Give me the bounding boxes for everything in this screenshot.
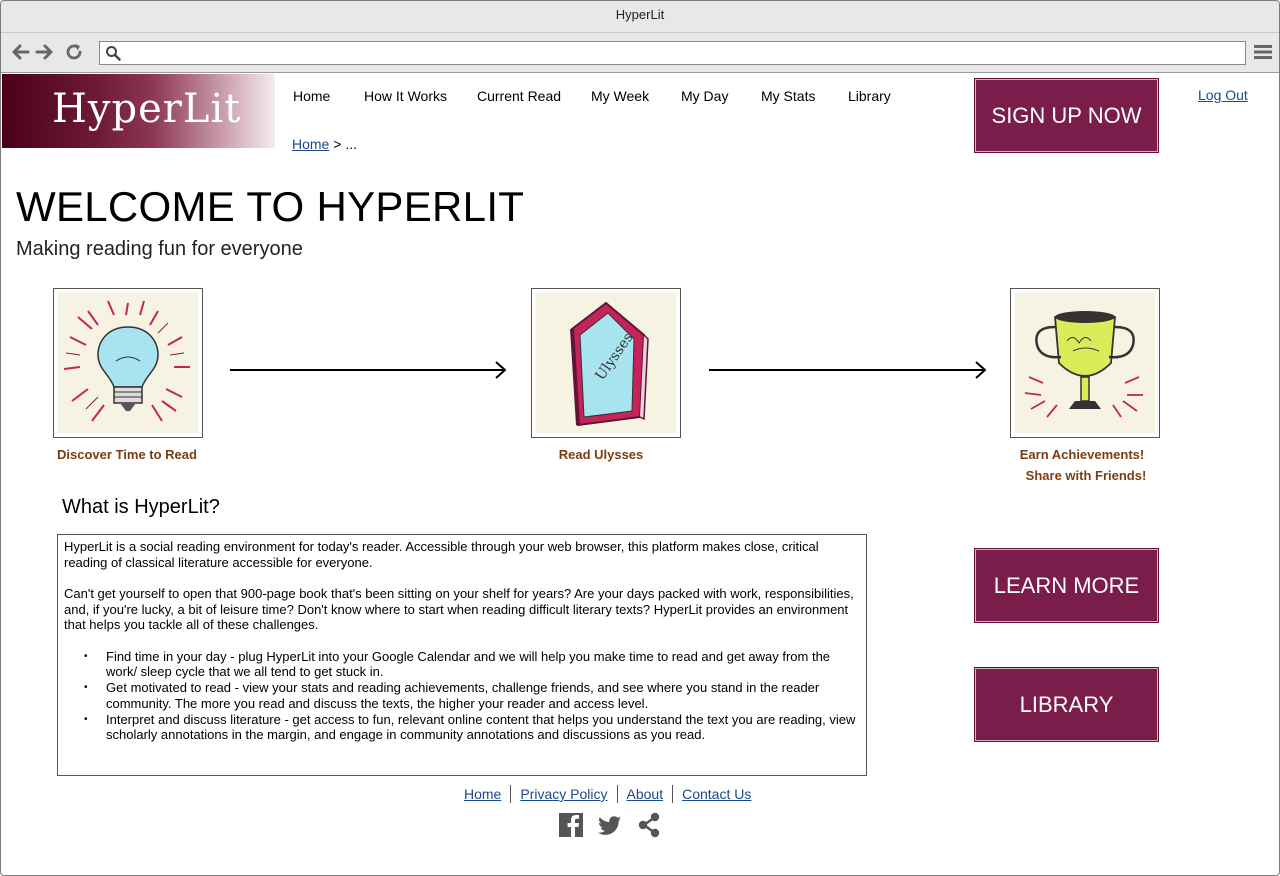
arrow-right-icon [230,361,506,379]
step-3-label-line-1: Earn Achievements! [1019,447,1145,462]
book-image: Ulysses [531,288,681,438]
trophy-icon [1024,311,1143,418]
nav-my-day[interactable]: My Day [681,88,728,104]
nav-current-read[interactable]: Current Read [477,88,561,104]
logout-link[interactable]: Log Out [1198,87,1248,103]
breadcrumb-current: ... [345,136,357,152]
about-title: What is HyperLit? [62,496,220,518]
footer-about-link[interactable]: About [618,785,674,803]
step-2-label: Read Ulysses [558,447,644,462]
step-1-label: Discover Time to Read [57,447,197,462]
list-item: Interpret and discuss literature - get a… [82,712,860,743]
footer-contact-link[interactable]: Contact Us [673,785,760,803]
page-title: WELCOME TO HYPERLIT [16,183,525,230]
step-3-label: Earn Achievements! Share with Friends! [1006,444,1166,486]
nav-how-it-works[interactable]: How It Works [364,88,447,104]
page-subtitle: Making reading fun for everyone [16,238,303,260]
book-icon: Ulysses [570,301,649,427]
breadcrumb-home-link[interactable]: Home [292,136,329,152]
url-input[interactable] [126,44,1236,62]
menu-icon[interactable] [1252,41,1274,63]
arrow-right-icon [709,361,986,379]
search-icon [106,46,121,61]
reload-icon[interactable] [63,41,85,63]
nav-my-stats[interactable]: My Stats [761,88,815,104]
share-icon[interactable] [636,812,662,838]
list-item: Get motivated to read - view your stats … [82,680,860,711]
back-icon[interactable] [9,41,31,63]
logo-text: HyperLit [52,86,242,132]
list-item: Find time in your day - plug HyperLit in… [82,649,860,680]
sign-up-button[interactable]: SIGN UP NOW [974,78,1159,153]
nav-home[interactable]: Home [293,88,330,104]
twitter-icon[interactable] [597,812,623,838]
about-paragraph: Can't get yourself to open that 900-page… [64,586,854,633]
footer-links: Home Privacy Policy About Contact Us [455,784,760,804]
window-title: HyperLit [615,7,665,22]
forward-icon[interactable] [34,41,56,63]
footer-privacy-link[interactable]: Privacy Policy [511,785,618,803]
about-bullet-list: Find time in your day - plug HyperLit in… [82,649,860,743]
step-3-label-line-2: Share with Friends! [1025,468,1147,483]
breadcrumb-separator: > [333,136,342,152]
address-bar[interactable] [99,41,1246,65]
footer-home-link[interactable]: Home [455,785,512,803]
window-titlebar: HyperLit [1,1,1279,33]
nav-my-week[interactable]: My Week [591,88,649,104]
trophy-image [1010,288,1160,438]
about-paragraph: HyperLit is a social reading environment… [64,539,819,570]
about-text-box: HyperLit is a social reading environment… [57,534,867,776]
lightbulb-icon [63,300,190,422]
breadcrumb: Home > ... [292,136,357,152]
lightbulb-image [53,288,203,438]
hyperlit-logo[interactable]: HyperLit [2,74,275,148]
learn-more-button[interactable]: LEARN MORE [974,548,1159,623]
library-button[interactable]: LIBRARY [974,667,1159,742]
browser-window: HyperLit HyperLit Home How It Works Curr… [0,0,1280,876]
facebook-icon[interactable] [558,812,584,838]
nav-library[interactable]: Library [848,88,891,104]
browser-toolbar [1,33,1279,73]
